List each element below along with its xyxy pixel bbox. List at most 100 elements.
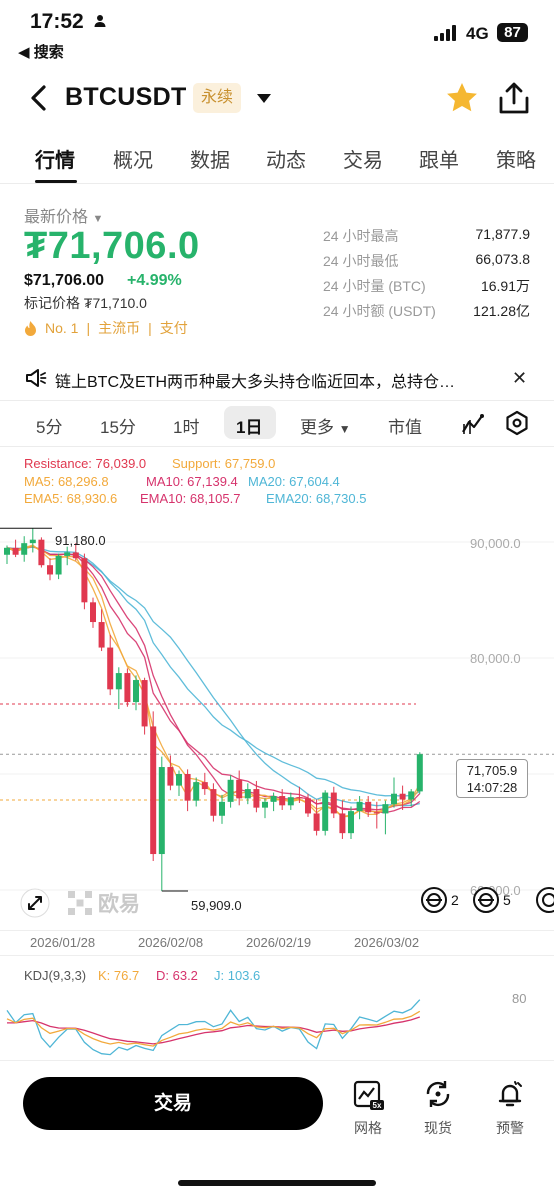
tab-feed[interactable]: 动态 bbox=[266, 144, 306, 173]
grid-bot-icon[interactable]: 5x bbox=[352, 1079, 384, 1111]
pair-title[interactable]: BTCUSDT bbox=[65, 83, 187, 112]
chart-settings-icon[interactable] bbox=[504, 410, 530, 436]
status-time: 17:52 bbox=[30, 10, 84, 33]
flame-icon bbox=[25, 320, 36, 336]
legend-ma10: MA10: 67,139.4 bbox=[146, 474, 238, 489]
tab-copytrade[interactable]: 跟单 bbox=[419, 144, 459, 173]
candle bbox=[141, 680, 148, 727]
candle bbox=[81, 558, 88, 603]
y-tick-80000: 80,000.0 bbox=[470, 651, 521, 666]
stat-label-low: 24 小时最低 bbox=[323, 253, 399, 269]
candle bbox=[253, 789, 260, 808]
kdj-chart bbox=[6, 999, 421, 1056]
stat-value-volume: 16.91万 bbox=[480, 278, 530, 294]
divider bbox=[0, 955, 554, 956]
favorite-star-icon[interactable] bbox=[445, 81, 479, 115]
close-icon[interactable]: ✕ bbox=[512, 368, 527, 389]
candle bbox=[262, 801, 268, 808]
announcement-text[interactable]: 链上BTC及ETH两币种最大多头持仓临近回本，总持仓… bbox=[55, 368, 495, 392]
coin-tags: No. 1 | 主流币 | 支付 bbox=[24, 318, 188, 338]
tab-data[interactable]: 数据 bbox=[190, 144, 230, 173]
divider bbox=[0, 183, 554, 184]
tab-trade[interactable]: 交易 bbox=[343, 144, 383, 173]
indicator-chart-icon[interactable] bbox=[460, 410, 486, 436]
moving-average-lines bbox=[6, 544, 421, 818]
fullscreen-icon[interactable] bbox=[20, 888, 50, 918]
legend-support: Support: 67,759.0 bbox=[172, 456, 276, 471]
signal-badge-b[interactable]: 5 bbox=[473, 887, 511, 913]
candle bbox=[4, 547, 10, 555]
perpetual-badge: 永续 bbox=[193, 83, 241, 113]
kdj-d: D: 63.2 bbox=[156, 968, 198, 983]
candle bbox=[167, 767, 174, 786]
ma20-line bbox=[6, 545, 420, 807]
stat-label-high: 24 小时最高 bbox=[323, 228, 399, 244]
ma5-line bbox=[6, 545, 421, 818]
candle bbox=[416, 754, 423, 792]
candle-countdown: 14:07:28 bbox=[466, 780, 518, 795]
stat-value-high: 71,877.9 bbox=[475, 226, 531, 242]
stat-label-turnover: 24 小时额 (USDT) bbox=[323, 303, 436, 319]
signal-badge-icon bbox=[421, 887, 447, 913]
x-tick: 2026/01/28 bbox=[30, 935, 96, 950]
legend-ma20: MA20: 67,604.4 bbox=[248, 474, 340, 489]
candle bbox=[227, 779, 234, 802]
divider bbox=[0, 446, 554, 447]
payment-tag[interactable]: 支付 bbox=[160, 318, 188, 338]
candle bbox=[64, 552, 71, 556]
network-type: 4G bbox=[466, 24, 489, 43]
megaphone-icon bbox=[26, 369, 47, 387]
spot-swap-icon[interactable] bbox=[423, 1079, 453, 1109]
person-icon bbox=[94, 15, 106, 27]
cellular-signal-icon bbox=[434, 25, 456, 41]
back-arrow-icon[interactable] bbox=[28, 84, 50, 112]
candle bbox=[115, 673, 122, 690]
trade-button[interactable]: 交易 bbox=[23, 1077, 323, 1130]
okx-watermark: 欧易 bbox=[68, 888, 140, 918]
candle bbox=[107, 647, 114, 690]
stat-value-turnover: 121.28亿 bbox=[473, 303, 530, 319]
grid-label[interactable]: 网格 bbox=[343, 1118, 393, 1138]
candle bbox=[55, 555, 62, 575]
usd-price: $71,706.00 bbox=[24, 272, 105, 289]
tab-strategy[interactable]: 策略 bbox=[496, 144, 536, 173]
interval-more[interactable]: 更多 ▼ bbox=[300, 413, 351, 438]
last-price: ₮71,706.0 bbox=[24, 225, 200, 267]
candle bbox=[313, 813, 320, 831]
candle bbox=[158, 767, 165, 855]
candle bbox=[29, 539, 36, 544]
low-marker-label: 59,909.0 bbox=[191, 898, 242, 913]
latest-price-label[interactable]: 最新价格 ▼ bbox=[24, 203, 103, 227]
candle bbox=[210, 789, 217, 816]
candlestick-chart[interactable] bbox=[0, 505, 554, 930]
candle bbox=[184, 774, 191, 801]
back-to-search-link[interactable]: ◀ 搜索 bbox=[18, 41, 64, 62]
candle bbox=[305, 798, 311, 814]
candle bbox=[279, 796, 286, 806]
divider bbox=[0, 1060, 554, 1061]
pair-dropdown-icon[interactable] bbox=[256, 92, 272, 104]
interval-5m[interactable]: 5分 bbox=[36, 413, 62, 438]
candle bbox=[133, 680, 139, 703]
signal-badge-icon[interactable] bbox=[536, 887, 554, 913]
candle bbox=[348, 811, 354, 834]
interval-1h[interactable]: 1时 bbox=[173, 413, 199, 438]
tab-market[interactable]: 行情 bbox=[35, 144, 75, 173]
svg-text:5x: 5x bbox=[373, 1101, 382, 1110]
candle bbox=[98, 622, 105, 648]
signal-badge-a[interactable]: 2 bbox=[421, 887, 459, 913]
alert-bell-icon[interactable] bbox=[495, 1079, 525, 1109]
rank-tag[interactable]: No. 1 bbox=[45, 320, 78, 336]
mainstream-tag[interactable]: 主流币 bbox=[98, 318, 140, 338]
candle bbox=[244, 789, 251, 799]
tab-overview[interactable]: 概况 bbox=[113, 144, 153, 173]
interval-1d[interactable]: 1日 bbox=[236, 413, 262, 438]
candle bbox=[270, 796, 277, 802]
alert-label[interactable]: 预警 bbox=[485, 1118, 535, 1138]
spot-label[interactable]: 现货 bbox=[413, 1118, 463, 1138]
candle bbox=[201, 782, 208, 790]
share-icon[interactable] bbox=[498, 81, 530, 115]
market-cap-toggle[interactable]: 市值 bbox=[388, 413, 422, 438]
candle bbox=[12, 547, 19, 555]
interval-15m[interactable]: 15分 bbox=[100, 413, 136, 438]
